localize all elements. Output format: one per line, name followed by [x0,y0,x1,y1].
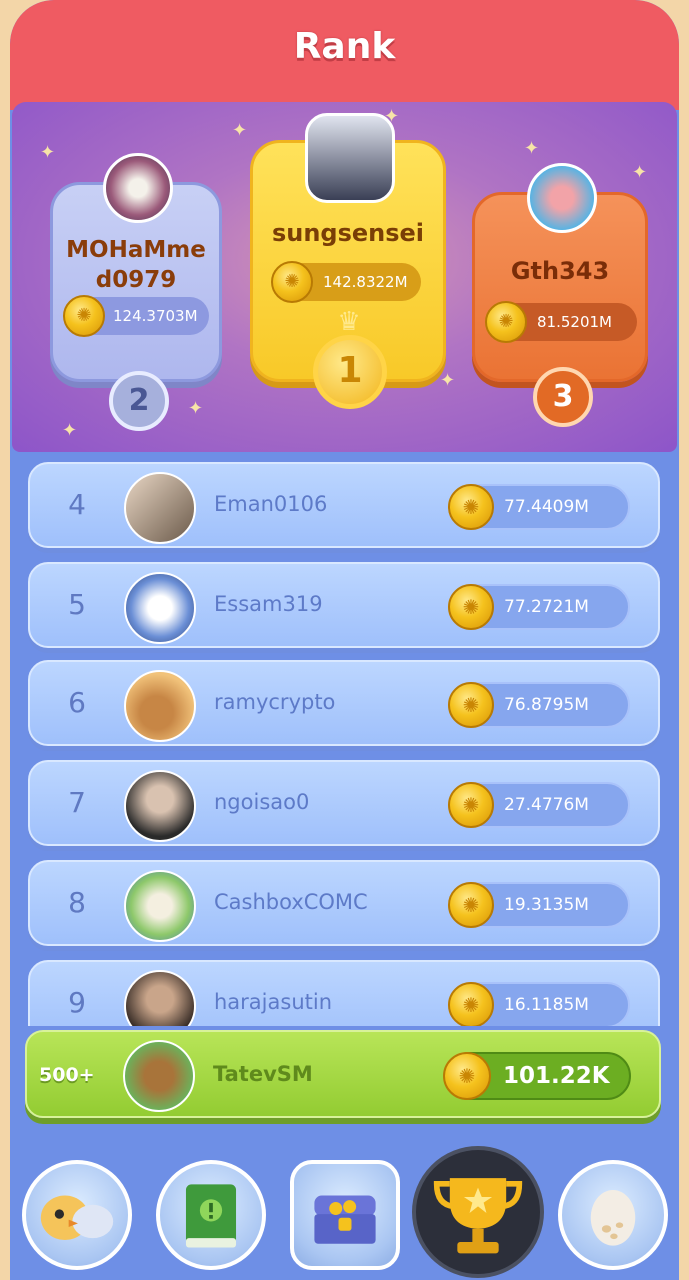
avatar [124,670,196,742]
avatar [527,163,597,233]
my-score-pill: 101.22K [443,1052,631,1100]
row-score-pill: 19.3135M [448,882,630,928]
sparkle-icon: ✦ [524,138,540,159]
my-rank-row[interactable]: 500+ TatevSM 101.22K [25,1030,661,1118]
row-rank: 7 [68,786,86,819]
header-bar: Rank [10,0,679,110]
page-title: Rank [293,26,396,67]
player-score: 124.3703M [113,307,198,325]
avatar [124,572,196,644]
rank-badge: 3 [533,367,593,427]
avatar [305,113,395,203]
podium-card-rank-2[interactable]: MOHaMme d0979 124.3703M 2 [50,153,222,431]
nav-rank-button[interactable] [412,1146,544,1278]
row-score-pill: 16.1185M [448,982,630,1026]
sparkle-icon: ✦ [632,162,648,183]
row-name: Essam319 [214,592,323,616]
player-name: sungsensei [271,219,425,247]
coin-icon [448,982,494,1026]
row-score-pill: 77.2721M [448,584,630,630]
coin-icon [448,882,494,928]
rank-badge: 2 [109,371,169,431]
row-name: harajasutin [214,990,333,1014]
leaderboard-row[interactable]: 4 Eman0106 77.4409M [28,462,660,548]
leaderboard-row[interactable]: 5 Essam319 77.2721M [28,562,660,648]
trophy-icon [433,1178,523,1254]
row-rank: 6 [68,686,86,719]
sparkle-icon: ✦ [440,370,456,391]
sparkle-icon: ✦ [232,120,248,141]
coin-icon [448,782,494,828]
avatar [124,870,196,942]
coin-icon [448,682,494,728]
crown-icon: ♛ [337,307,361,337]
score-pill: 124.3703M [63,295,209,337]
row-name: ramycrypto [214,690,336,714]
nav-egg-button[interactable] [558,1160,668,1270]
leaderboard-scroll-clip: 9 harajasutin 16.1185M [20,956,679,1026]
leaderboard-row[interactable]: 8 CashboxCOMC 19.3135M [28,860,660,946]
coin-icon [63,295,105,337]
podium: ✦ ✦ ✦ ✦ ✦ ✦ ✦ ✦ MOHaMme d0979 124.3703M … [12,102,677,452]
treasure-chest-icon [314,1195,376,1244]
sparkle-icon: ✦ [62,420,78,441]
row-score: 16.1185M [504,995,589,1015]
egg-icon [590,1189,636,1246]
leaderboard-row[interactable]: 7 ngoisao0 27.4776M [28,760,660,846]
coin-icon [448,584,494,630]
row-score: 19.3135M [504,895,589,915]
coin-icon [485,301,527,343]
player-name: Gth343 [510,257,610,285]
my-rank: 500+ [39,1064,95,1086]
row-rank: 9 [68,986,86,1019]
score-pill: 142.8322M [271,261,421,303]
leaderboard-row[interactable]: 9 harajasutin 16.1185M [28,960,660,1026]
leaderboard-row[interactable]: 6 ramycrypto 76.8795M [28,660,660,746]
row-score-pill: 77.4409M [448,484,630,530]
nav-chest-button[interactable] [290,1160,400,1270]
sparkle-icon: ✦ [188,398,204,419]
row-name: CashboxCOMC [214,890,368,914]
row-rank: 8 [68,886,86,919]
avatar [124,472,196,544]
nav-book-button[interactable] [156,1160,266,1270]
row-name: Eman0106 [214,492,328,516]
row-score: 77.4409M [504,497,589,517]
nav-pets-button[interactable] [22,1160,132,1270]
rank-screen: Rank ✦ ✦ ✦ ✦ ✦ ✦ ✦ ✦ MOHaMme d0979 124.3… [10,0,679,1280]
row-score: 76.8795M [504,695,589,715]
rank-badge: 1 [313,335,387,409]
avatar [124,970,196,1026]
coin-icon [443,1052,491,1100]
player-score: 142.8322M [323,273,408,291]
row-score-pill: 27.4776M [448,782,630,828]
avatar [124,770,196,842]
row-rank: 5 [68,588,86,621]
book-icon [185,1184,237,1248]
row-rank: 4 [68,488,86,521]
bird-pets-icon [40,1195,114,1241]
avatar [123,1040,195,1112]
coin-icon [448,484,494,530]
row-score-pill: 76.8795M [448,682,630,728]
row-name: ngoisao0 [214,790,310,814]
podium-card-rank-3[interactable]: Gth343 81.5201M 3 [472,163,648,427]
avatar [103,153,173,223]
my-score: 101.22K [503,1063,610,1089]
bottom-nav [10,1146,679,1280]
row-score: 27.4776M [504,795,589,815]
score-pill: 81.5201M [485,301,637,343]
coin-icon [271,261,313,303]
player-name: MOHaMme d0979 [66,237,206,293]
row-score: 77.2721M [504,597,589,617]
sparkle-icon: ✦ [40,142,56,163]
my-name: TatevSM [213,1062,313,1086]
player-score: 81.5201M [537,313,612,331]
podium-card-rank-1[interactable]: sungsensei 142.8322M ♛ 1 [250,113,446,409]
